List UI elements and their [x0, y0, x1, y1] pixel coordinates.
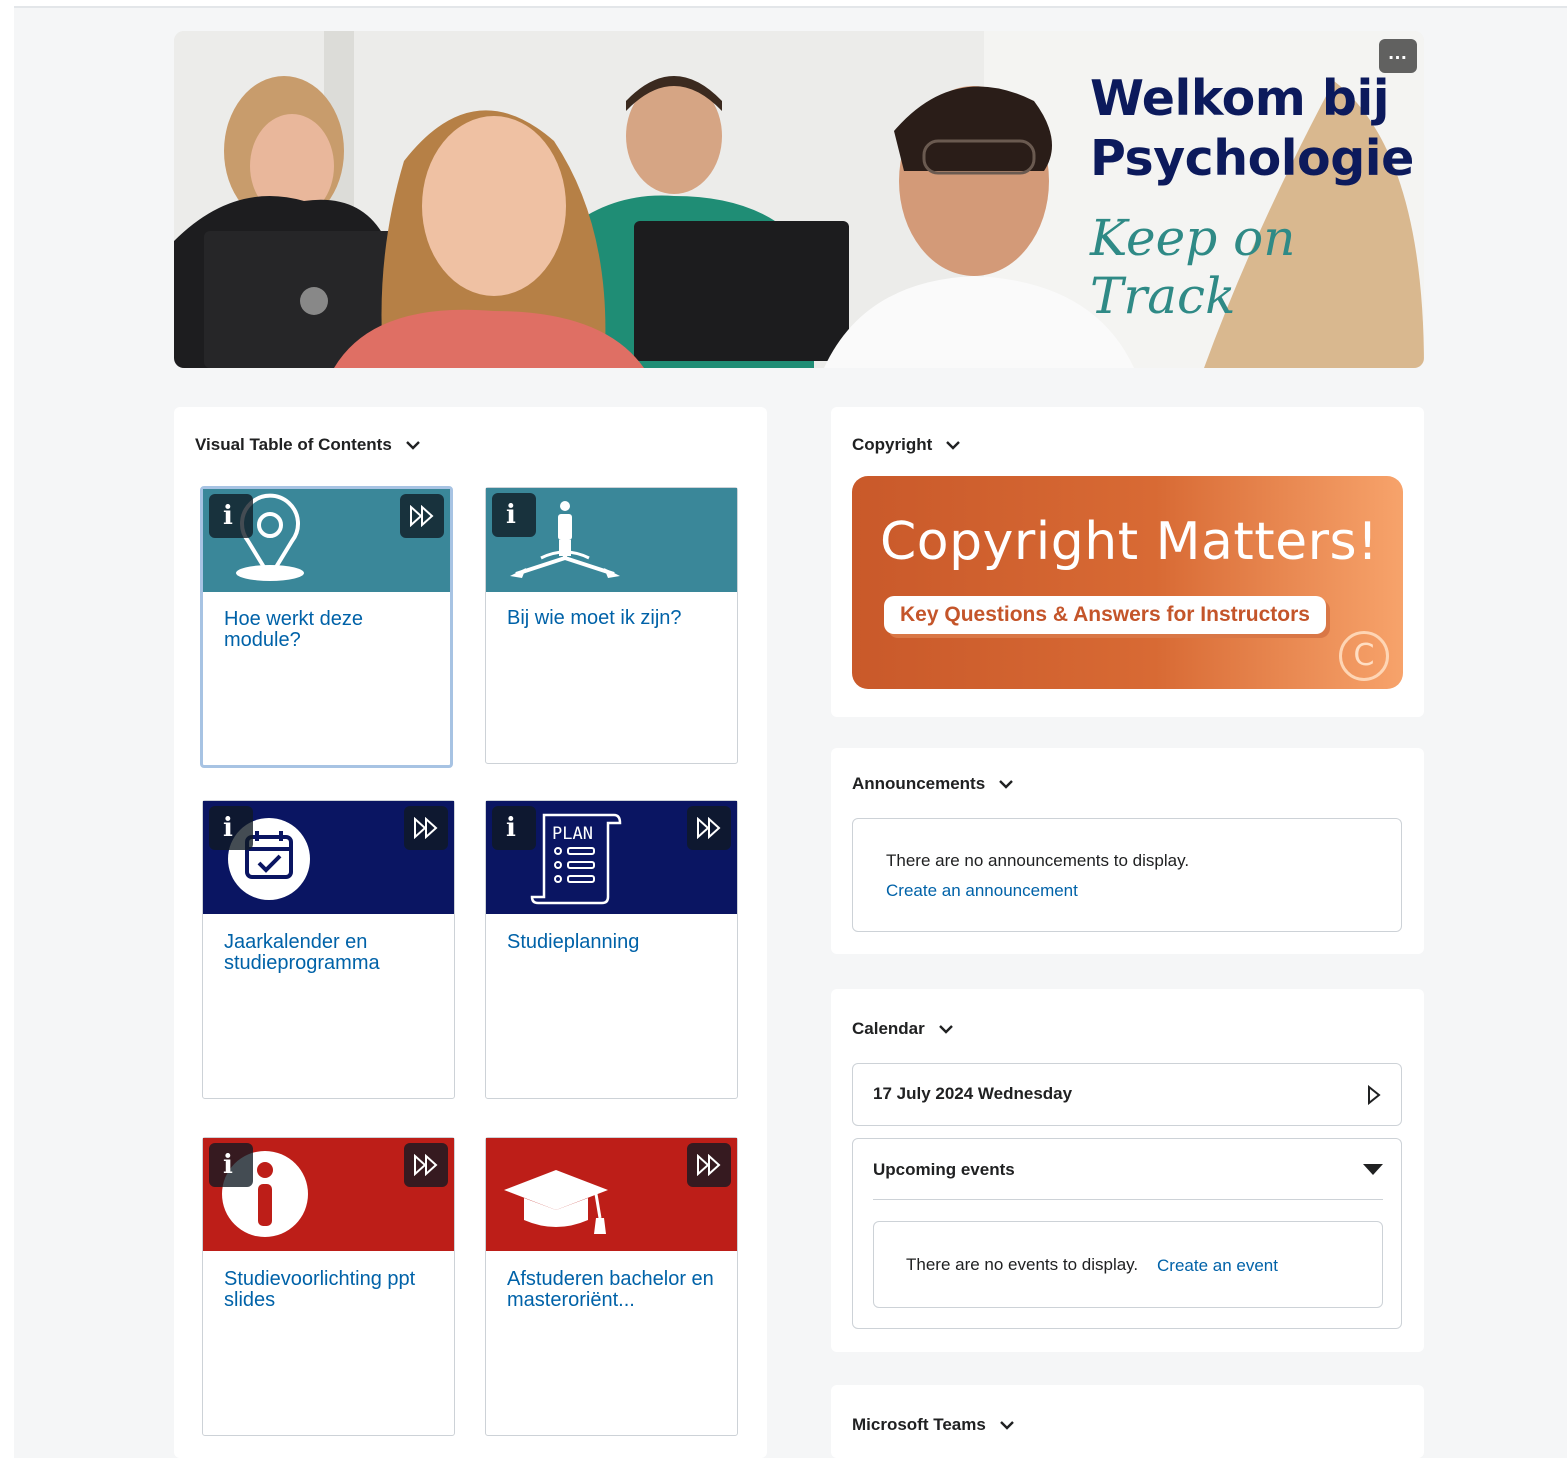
- tile-skip-button[interactable]: [687, 806, 731, 850]
- chevron-down-icon: [938, 1025, 953, 1034]
- tile-info-button[interactable]: i: [492, 493, 536, 537]
- announcements-empty-text: There are no announcements to display.: [886, 851, 1190, 870]
- tile-label[interactable]: Studievoorlichting ppt slides: [224, 1269, 434, 1311]
- calendar-title: Calendar: [852, 1019, 925, 1038]
- vtoc-tile-1[interactable]: i Hoe werkt deze module?: [200, 486, 453, 768]
- calendar-date-selector[interactable]: 17 July 2024 Wednesday: [852, 1063, 1402, 1126]
- vtoc-tile-4[interactable]: PLAN i Studieplanning: [485, 800, 738, 1099]
- tile-header: i: [486, 488, 737, 592]
- announcements-widget-header[interactable]: Announcements: [852, 774, 1014, 794]
- announcements-box: There are no announcements to display. C…: [852, 818, 1402, 932]
- announcements-title: Announcements: [852, 774, 986, 793]
- fast-forward-icon: [414, 817, 438, 839]
- tile-skip-button[interactable]: [400, 494, 444, 538]
- vtoc-tile-6[interactable]: Afstuderen bachelor en masteroriënt...: [485, 1137, 738, 1436]
- create-event-link[interactable]: Create an event: [1157, 1256, 1278, 1276]
- events-empty-box: There are no events to display. Create a…: [873, 1221, 1383, 1308]
- tile-label[interactable]: Studieplanning: [507, 932, 717, 953]
- teams-widget: Microsoft Teams: [831, 1385, 1424, 1458]
- tile-label[interactable]: Hoe werkt deze module?: [224, 609, 434, 651]
- teams-widget-header[interactable]: Microsoft Teams: [852, 1415, 1014, 1435]
- svg-text:PLAN: PLAN: [552, 824, 593, 844]
- calendar-date: 17 July 2024 Wednesday: [873, 1084, 1073, 1103]
- events-empty-text: There are no events to display.: [906, 1255, 1139, 1274]
- tile-header: [486, 1138, 737, 1251]
- tile-info-button[interactable]: i: [209, 494, 253, 538]
- chevron-down-icon: [946, 441, 961, 450]
- copyright-title: Copyright: [852, 435, 933, 454]
- fast-forward-icon: [410, 505, 434, 527]
- tile-skip-button[interactable]: [687, 1143, 731, 1187]
- vtoc-title: Visual Table of Contents: [195, 435, 392, 454]
- copyright-banner-title: Copyright Matters!: [880, 512, 1379, 572]
- upcoming-events-panel: Upcoming events There are no events to d…: [852, 1138, 1402, 1329]
- create-announcement-link[interactable]: Create an announcement: [886, 881, 1078, 901]
- copyright-widget: Copyright Copyright Matters! Key Questio…: [831, 407, 1424, 717]
- banner-title-line1: Welkom bij: [1090, 70, 1390, 127]
- copyright-widget-header[interactable]: Copyright: [852, 435, 961, 455]
- tile-header: i: [203, 1138, 454, 1251]
- tile-header: i: [203, 801, 454, 914]
- chevron-right-icon[interactable]: [1367, 1085, 1381, 1105]
- fast-forward-icon: [414, 1154, 438, 1176]
- caret-down-icon[interactable]: [1363, 1164, 1383, 1176]
- banner-title: Welkom bij Psychologie: [1090, 69, 1414, 189]
- banner-title-line2: Psychologie: [1090, 130, 1414, 187]
- tile-info-button[interactable]: i: [209, 1143, 253, 1187]
- tile-skip-button[interactable]: [404, 806, 448, 850]
- tile-info-button[interactable]: i: [209, 806, 253, 850]
- fast-forward-icon: [697, 817, 721, 839]
- vtoc-tile-5[interactable]: i Studievoorlichting ppt slides: [202, 1137, 455, 1436]
- tile-label[interactable]: Bij wie moet ik zijn?: [507, 608, 717, 629]
- tile-info-button[interactable]: i: [492, 806, 536, 850]
- chevron-down-icon: [405, 441, 420, 450]
- banner-more-menu-button[interactable]: …: [1379, 39, 1417, 73]
- tile-skip-button[interactable]: [404, 1143, 448, 1187]
- course-banner: Welkom bij Psychologie Keep on Track …: [174, 31, 1424, 368]
- vtoc-tile-2[interactable]: i Bij wie moet ik zijn?: [485, 487, 738, 764]
- vtoc-widget: Visual Table of Contents i Hoe werkt dez…: [174, 407, 767, 1458]
- copyright-matters-banner[interactable]: Copyright Matters! Key Questions & Answe…: [852, 476, 1403, 689]
- chevron-down-icon: [999, 780, 1014, 789]
- announcements-widget: Announcements There are no announcements…: [831, 748, 1424, 954]
- upcoming-events-label[interactable]: Upcoming events: [873, 1160, 1015, 1180]
- tile-header: PLAN i: [486, 801, 737, 914]
- calendar-widget-header[interactable]: Calendar: [852, 1019, 953, 1039]
- tile-label[interactable]: Afstuderen bachelor en masteroriënt...: [507, 1269, 717, 1311]
- calendar-widget: Calendar 17 July 2024 Wednesday Upcoming…: [831, 989, 1424, 1352]
- copyright-symbol-icon: C: [1339, 631, 1389, 681]
- copyright-banner-subtitle: Key Questions & Answers for Instructors: [884, 596, 1326, 634]
- vtoc-tile-3[interactable]: i Jaarkalender en studieprogramma: [202, 800, 455, 1099]
- divider: [873, 1199, 1383, 1200]
- tile-label[interactable]: Jaarkalender en studieprogramma: [224, 932, 434, 974]
- tile-header: i: [203, 489, 450, 592]
- chevron-down-icon: [999, 1421, 1014, 1430]
- fast-forward-icon: [697, 1154, 721, 1176]
- teams-title: Microsoft Teams: [852, 1415, 986, 1434]
- vtoc-widget-header[interactable]: Visual Table of Contents: [195, 435, 420, 455]
- banner-subtitle: Keep on Track: [1090, 209, 1296, 325]
